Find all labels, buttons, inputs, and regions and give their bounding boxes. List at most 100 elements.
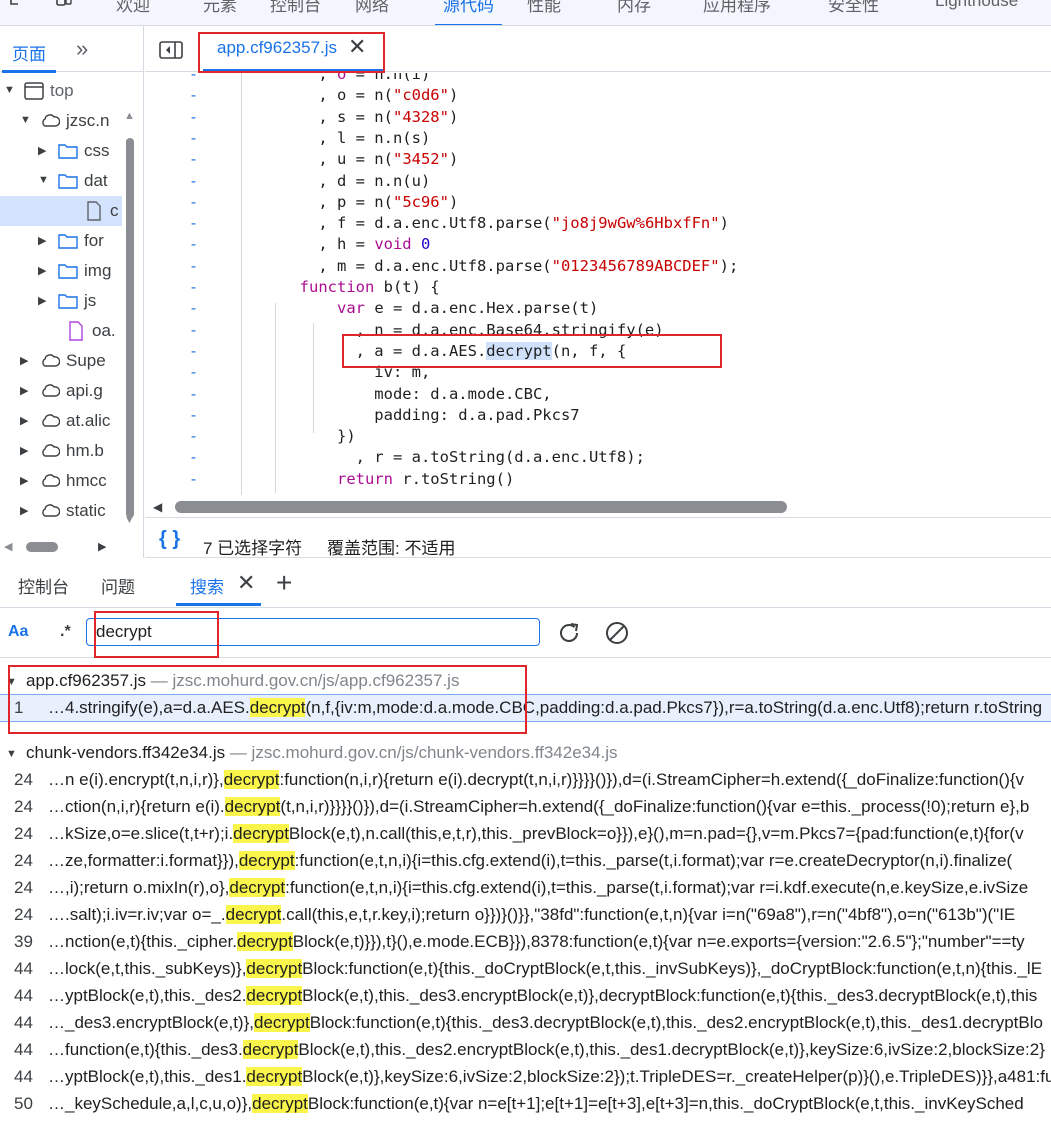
tree-item[interactable]: ▶ img [0,256,122,286]
scrollbar-thumb[interactable] [126,138,134,518]
search-match-row[interactable]: 50 …_keySchedule,a,l,c,u,o)},decryptBlock… [0,1091,1051,1117]
tree-item[interactable]: ▶ Supe [0,346,122,376]
code-line[interactable]: , u = n("3452") [225,150,458,168]
code-line[interactable]: , h = void 0 [225,235,430,253]
tree-item[interactable]: ▼ top [0,76,122,106]
regex-button[interactable]: .* [60,623,71,641]
expand-right-icon[interactable]: ▶ [20,504,28,517]
scroll-up-icon[interactable]: ▲ [124,110,135,122]
code-line[interactable]: , o = n("c0d6") [225,86,458,104]
tab-application[interactable]: 应用程序 [703,0,771,16]
search-match-row[interactable]: 44 …yptBlock(e,t),this._des2.decryptBlock… [0,983,1051,1009]
code-line[interactable]: mode: d.a.mode.CBC, [225,385,551,403]
expand-right-icon[interactable]: ▶ [38,264,46,277]
tab-welcome[interactable]: 欢迎 [116,0,150,16]
tree-item[interactable]: ▼ dat [0,166,122,196]
expand-right-icon[interactable]: ▶ [20,444,28,457]
tree-item[interactable]: ▼ jzsc.n [0,106,122,136]
code-line[interactable]: , p = n("5c96") [225,193,458,211]
tab-page[interactable]: 页面 [2,40,56,73]
device-toolbar-icon[interactable] [52,0,74,10]
search-match-row[interactable]: 24 …ze,formatter:i.format}}),decrypt:func… [0,848,1051,874]
code-line[interactable]: function b(t) { [225,278,440,296]
expand-right-icon[interactable]: ▶ [38,234,46,247]
tab-drawer-console[interactable]: 控制台 [18,573,69,598]
search-match-row[interactable]: 44 …yptBlock(e,t),this._des1.decryptBlock… [0,1064,1051,1090]
tree-item[interactable]: ▶ css [0,136,122,166]
search-match-row[interactable]: 1 …4.stringify(e),a=d.a.AES.decrypt(n,f,{… [0,694,1051,722]
search-match-row[interactable]: 44 …_des3.encryptBlock(e,t)},decryptBlock… [0,1010,1051,1036]
expand-down-icon[interactable]: ▼ [38,174,49,186]
tree-item[interactable]: ▶ for [0,226,122,256]
tab-search[interactable]: 搜索 [190,573,224,598]
tree-item[interactable]: ▶ js [0,286,122,316]
tree-item[interactable]: ▶ static [0,496,122,526]
tree-item[interactable]: ▶ hmcc [0,466,122,496]
tree-item[interactable]: ▶ api.g [0,376,122,406]
code-line[interactable]: iv: m, [225,363,430,381]
code-line[interactable]: , l = n.n(s) [225,129,430,147]
code-line[interactable]: }) [225,427,356,445]
expand-right-icon[interactable]: ▶ [38,144,46,157]
code-line[interactable]: , r = a.toString(d.a.enc.Utf8); [225,448,645,466]
pretty-print-icon[interactable]: { } [159,528,180,551]
code-line[interactable]: , o = n.n(i) [225,73,430,83]
tab-network[interactable]: 网络 [355,0,389,16]
tab-security[interactable]: 安全性 [828,0,879,16]
navigator-horizontal-scrollbar[interactable]: ◀ ▶ [0,538,124,556]
expand-right-icon[interactable]: ▶ [20,384,28,397]
clear-icon[interactable] [604,620,630,646]
scroll-left-icon[interactable]: ◀ [153,500,162,514]
editor-file-tab[interactable]: app.cf962357.js [217,38,337,58]
expand-down-icon[interactable]: ▼ [4,84,15,96]
code-line[interactable]: , s = n("4328") [225,108,458,126]
editor-horizontal-scrollbar[interactable]: ◀ [145,496,1051,518]
close-icon[interactable]: ✕ [348,34,366,60]
expand-down-icon[interactable]: ▼ [6,676,17,688]
scroll-right-icon[interactable]: ▶ [98,540,106,553]
tree-item[interactable]: oa. [0,316,122,346]
search-match-row[interactable]: 39 …nction(e,t){this._cipher.decryptBlock… [0,929,1051,955]
code-editor[interactable]: - , o = n.n(i) - , o = n("c0d6") - , s = n… [145,73,1051,495]
expand-down-icon[interactable]: ▼ [6,748,17,760]
scroll-left-icon[interactable]: ◀ [4,540,12,553]
search-match-row[interactable]: 24 …n e(i).encrypt(t,n,i,r)},decrypt:func… [0,767,1051,793]
tab-console[interactable]: 控制台 [270,0,321,16]
close-icon[interactable]: ✕ [237,570,255,596]
tree-item[interactable]: ▶ at.alic [0,406,122,436]
scrollbar-thumb[interactable] [175,501,787,513]
result-file-header[interactable]: ▼ app.cf962357.js — jzsc.mohurd.gov.cn/js… [0,668,1051,694]
tree-item[interactable]: c [0,196,122,226]
tab-elements[interactable]: 元素 [203,0,237,16]
search-match-row[interactable]: 44 …function(e,t){this._des3.decryptBlock… [0,1037,1051,1063]
tab-performance[interactable]: 性能 [527,0,561,16]
tab-memory[interactable]: 内存 [617,0,651,16]
code-line[interactable]: , f = d.a.enc.Utf8.parse("jo8j9wGw%6Hbxf… [225,214,729,232]
navigator-vertical-scrollbar[interactable]: ▲ ▼ [124,110,136,539]
tree-item[interactable]: ▶ hm.b [0,436,122,466]
search-match-row[interactable]: 24 …ction(n,i,r){return e(i).decrypt(t,n,… [0,794,1051,820]
tab-issues[interactable]: 问题 [101,573,135,598]
result-file-header[interactable]: ▼ chunk-vendors.ff342e34.js — jzsc.mohurd… [0,740,1051,766]
search-match-row[interactable]: 44 …lock(e,t,this._subKeys)},decryptBlock… [0,956,1051,982]
search-match-row[interactable]: 24 ….salt);i.iv=r.iv;var o=_.decrypt.call… [0,902,1051,928]
refresh-icon[interactable] [556,620,582,646]
expand-right-icon[interactable]: ▶ [20,354,28,367]
match-case-button[interactable]: Aa [8,623,28,641]
code-line[interactable]: var e = d.a.enc.Hex.parse(t) [225,299,598,317]
code-line[interactable]: padding: d.a.pad.Pkcs7 [225,406,579,424]
code-line[interactable]: , a = d.a.AES.decrypt(n, f, { [225,341,626,360]
tab-lighthouse[interactable]: Lighthouse [935,0,1018,11]
search-match-row[interactable]: 24 …kSize,o=e.slice(t,t+r);i.decryptBlock… [0,821,1051,847]
expand-right-icon[interactable]: ▶ [20,474,28,487]
expand-down-icon[interactable]: ▼ [20,114,31,126]
scroll-down-icon[interactable]: ▼ [124,514,135,526]
toggle-navigator-icon[interactable] [159,41,183,59]
scrollbar-thumb[interactable] [26,542,58,552]
inspect-element-icon[interactable] [8,0,30,10]
code-line[interactable]: , n = d.a.enc.Base64.stringify(e) [225,321,664,339]
expand-right-icon[interactable]: ▶ [20,414,28,427]
code-line[interactable]: , d = n.n(u) [225,172,430,190]
add-tab-icon[interactable]: + [276,567,292,599]
code-line[interactable]: , m = d.a.enc.Utf8.parse("0123456789ABCD… [225,257,738,275]
